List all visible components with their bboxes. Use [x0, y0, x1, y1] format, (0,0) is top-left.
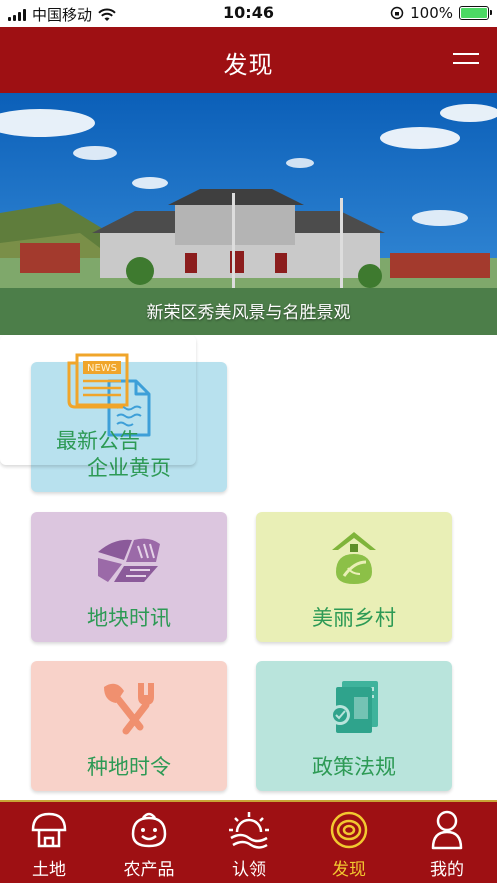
newspaper-icon: NEWS: [58, 349, 138, 413]
tab-agricultural-products[interactable]: 农产品: [104, 808, 194, 880]
banner-caption: 新荣区秀美风景与名胜景观: [146, 303, 351, 323]
bottom-tab-bar: 土地 农产品 认领 发现 我的: [0, 800, 497, 883]
tab-label: 认领: [232, 860, 266, 880]
battery-percent: 100%: [410, 4, 453, 22]
tab-label: 发现: [332, 860, 366, 880]
status-bar: 中国移动 10:46 100%: [0, 0, 497, 27]
person-icon: [431, 810, 463, 850]
svg-text:NEWS: NEWS: [87, 363, 117, 374]
card-label: 政策法规: [312, 755, 396, 779]
garden-tools-icon: [89, 675, 169, 739]
card-land-news[interactable]: 地块时讯: [31, 512, 227, 642]
sunrise-icon: [229, 812, 269, 849]
card-farming-season[interactable]: 种地时令: [31, 661, 227, 791]
status-right: 100%: [390, 4, 492, 22]
target-ring-icon: [330, 811, 368, 849]
village-house-icon: [314, 526, 394, 590]
tab-land[interactable]: 土地: [4, 808, 94, 880]
discover-grid: 企业黄页 NEWS 最新公告 地块时讯 美丽乡村 种地时令 政策法规: [0, 335, 497, 800]
smile-icon: [131, 812, 167, 848]
card-label: 种地时令: [87, 755, 171, 779]
tab-label: 农产品: [123, 860, 175, 880]
page-title: 发现: [223, 51, 274, 79]
card-latest-notices[interactable]: NEWS 最新公告: [0, 335, 196, 465]
nav-bar: 发现: [0, 27, 497, 93]
tab-adopt[interactable]: 认领: [204, 808, 294, 880]
hamburger-menu-icon[interactable]: [453, 51, 481, 67]
card-policies-regulations[interactable]: 政策法规: [256, 661, 452, 791]
battery-icon: [459, 6, 492, 20]
card-label: 地块时讯: [87, 606, 171, 630]
tab-label: 我的: [430, 860, 464, 880]
card-beautiful-village[interactable]: 美丽乡村: [256, 512, 452, 642]
tab-discover[interactable]: 发现: [304, 808, 394, 880]
orientation-lock-icon: [390, 6, 404, 20]
mushroom-house-icon: [31, 812, 67, 848]
banner-carousel[interactable]: 新荣区秀美风景与名胜景观: [0, 93, 497, 335]
policy-book-icon: [314, 675, 394, 739]
tab-mine[interactable]: 我的: [402, 808, 492, 880]
card-label: 美丽乡村: [312, 606, 396, 630]
tab-label: 土地: [32, 860, 66, 880]
farmland-icon: [89, 526, 169, 590]
card-label: 最新公告: [56, 429, 140, 453]
